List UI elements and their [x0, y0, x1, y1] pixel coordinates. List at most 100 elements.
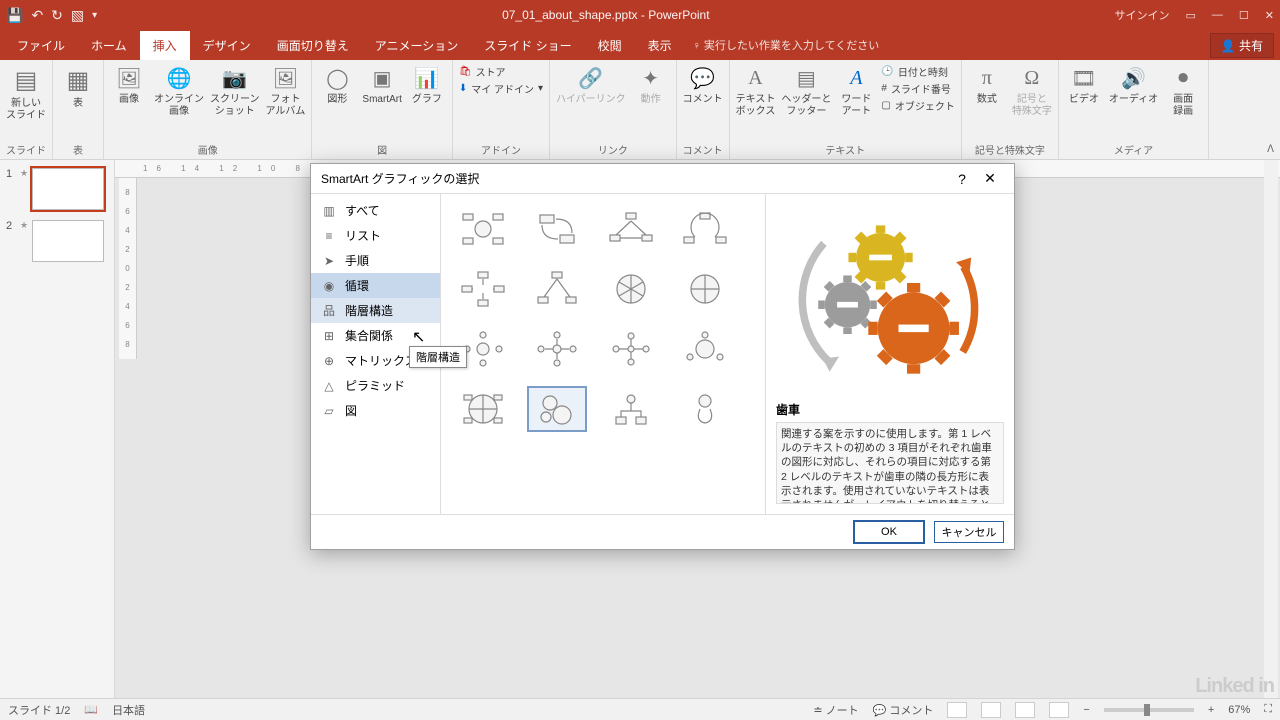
layout-item[interactable] [453, 206, 513, 252]
reading-view-icon[interactable] [1015, 702, 1035, 718]
textbox-icon: A [742, 64, 770, 92]
slide-number-button[interactable]: # スライド番号 [881, 81, 954, 96]
layout-item[interactable] [527, 206, 587, 252]
layout-item[interactable] [675, 206, 735, 252]
video-icon: 🎞 [1070, 64, 1098, 92]
layout-item[interactable] [675, 386, 735, 432]
maximize-icon[interactable]: ☐ [1239, 9, 1249, 22]
layout-item[interactable] [527, 266, 587, 312]
layout-item[interactable] [601, 386, 661, 432]
layout-item[interactable] [601, 206, 661, 252]
dialog-close-icon[interactable]: ✕ [976, 170, 1004, 187]
thumbnail-1[interactable]: 1★ [6, 168, 108, 210]
cat-hierarchy[interactable]: 品階層構造 [311, 298, 440, 323]
tab-animation[interactable]: アニメーション [362, 31, 472, 60]
normal-view-icon[interactable] [947, 702, 967, 718]
online-picture-button[interactable]: 🌐オンライン画像 [154, 64, 204, 118]
redo-icon[interactable]: ↻ [51, 7, 63, 24]
tab-design[interactable]: デザイン [190, 31, 264, 60]
signin-link[interactable]: サインイン [1115, 7, 1170, 23]
new-slide-button[interactable]: ▤新しいスライド [6, 64, 46, 122]
start-from-beginning-icon[interactable]: ▧ [71, 7, 84, 24]
layout-item[interactable] [453, 386, 513, 432]
layout-item[interactable] [601, 266, 661, 312]
layout-item-gear[interactable] [527, 386, 587, 432]
textbox-button[interactable]: Aテキストボックス [736, 64, 776, 118]
fit-to-window-icon[interactable]: ⛶ [1264, 703, 1272, 716]
tab-view[interactable]: 表示 [635, 31, 685, 60]
tab-insert[interactable]: 挿入 [140, 31, 190, 60]
object-button[interactable]: ▢ オブジェクト [881, 98, 954, 113]
tab-file[interactable]: ファイル [4, 31, 78, 60]
ribbon-display-icon[interactable]: ▭ [1186, 9, 1196, 22]
store-button[interactable]: 🛍 ストア [459, 64, 543, 79]
wordart-button[interactable]: Aワードアート [837, 64, 875, 118]
thumbnail-2[interactable]: 2★ [6, 220, 108, 262]
save-icon[interactable]: 💾 [6, 7, 23, 24]
comment-button[interactable]: 💬コメント [683, 64, 723, 106]
equation-button[interactable]: π数式 [968, 64, 1006, 106]
tab-home[interactable]: ホーム [78, 31, 140, 60]
zoom-level[interactable]: 67% [1228, 704, 1250, 716]
comment-icon: 💬 [689, 64, 717, 92]
tooltip: 階層構造 [409, 346, 467, 368]
hyperlink-icon: 🔗 [577, 64, 605, 92]
dialog-help-icon[interactable]: ? [948, 171, 976, 187]
slideshow-view-icon[interactable] [1049, 702, 1069, 718]
layout-item[interactable] [675, 266, 735, 312]
zoom-out-icon[interactable]: − [1083, 704, 1089, 716]
zoom-in-icon[interactable]: + [1208, 704, 1214, 716]
minimize-icon[interactable]: — [1212, 9, 1223, 21]
action-button[interactable]: ✦動作 [632, 64, 670, 106]
all-icon: ▥ [321, 203, 337, 219]
table-button[interactable]: ▦表 [59, 64, 97, 110]
table-icon: ▦ [62, 64, 94, 96]
chart-button[interactable]: 📊グラフ [408, 64, 446, 106]
preview-description[interactable]: 関連する案を示すのに使用します。第 1 レベルのテキストの初めの 3 項目がそれ… [776, 422, 1004, 504]
cat-picture[interactable]: ▱図 [311, 398, 440, 423]
picture-icon: 🖼 [115, 64, 143, 92]
vertical-scrollbar[interactable] [1264, 160, 1278, 698]
tab-review[interactable]: 校閲 [585, 31, 635, 60]
layout-item[interactable] [527, 326, 587, 372]
undo-icon[interactable]: ↶ [31, 7, 43, 24]
symbol-button[interactable]: Ω記号と特殊文字 [1012, 64, 1052, 118]
video-button[interactable]: 🎞ビデオ [1065, 64, 1103, 106]
share-button[interactable]: 👤 共有 [1210, 33, 1274, 58]
cat-relationship[interactable]: ⊞集合関係 [311, 323, 440, 348]
collapse-ribbon-icon[interactable]: ᐱ [1267, 144, 1274, 155]
layout-item[interactable] [601, 326, 661, 372]
close-icon[interactable]: ✕ [1265, 9, 1274, 22]
ok-button[interactable]: OK [854, 521, 924, 543]
hyperlink-button[interactable]: 🔗ハイパーリンク [556, 64, 626, 106]
screenshot-button[interactable]: 📷スクリーンショット [210, 64, 260, 118]
zoom-slider[interactable] [1104, 708, 1194, 712]
tell-me[interactable]: ♀ 実行したい作業を入力してください [693, 37, 880, 53]
cancel-button[interactable]: キャンセル [934, 521, 1004, 543]
comments-button[interactable]: 💬 コメント [873, 702, 934, 718]
shapes-button[interactable]: ◯図形 [318, 64, 356, 106]
my-addins-button[interactable]: ⬇ マイ アドイン ▾ [459, 81, 543, 96]
tab-transition[interactable]: 画面切り替え [264, 31, 362, 60]
tab-slideshow[interactable]: スライド ショー [471, 31, 584, 60]
screen-recording-button[interactable]: ⏺画面録画 [1164, 64, 1202, 118]
header-footer-button[interactable]: ▤ヘッダーとフッター [781, 64, 831, 118]
cat-all[interactable]: ▥すべて [311, 198, 440, 223]
dialog-titlebar: SmartArt グラフィックの選択 ? ✕ [311, 164, 1014, 194]
layout-item[interactable] [675, 326, 735, 372]
cat-pyramid[interactable]: △ピラミッド [311, 373, 440, 398]
photo-album-button[interactable]: 🖼フォトアルバム [266, 64, 306, 118]
language-indicator[interactable]: 日本語 [112, 702, 145, 718]
smartart-button[interactable]: ▣SmartArt [362, 64, 401, 106]
picture-button[interactable]: 🖼画像 [110, 64, 148, 106]
datetime-button[interactable]: 🕒 日付と時刻 [881, 64, 954, 79]
audio-button[interactable]: 🔊オーディオ [1109, 64, 1158, 106]
notes-button[interactable]: ≐ ノート [813, 702, 858, 718]
cat-process[interactable]: ➤手順 [311, 248, 440, 273]
cat-cycle[interactable]: ◉循環 [311, 273, 440, 298]
preview-image [776, 204, 1004, 395]
spellcheck-icon[interactable]: 📖 [84, 703, 98, 716]
sorter-view-icon[interactable] [981, 702, 1001, 718]
layout-item[interactable] [453, 266, 513, 312]
cat-list[interactable]: ≡リスト [311, 223, 440, 248]
